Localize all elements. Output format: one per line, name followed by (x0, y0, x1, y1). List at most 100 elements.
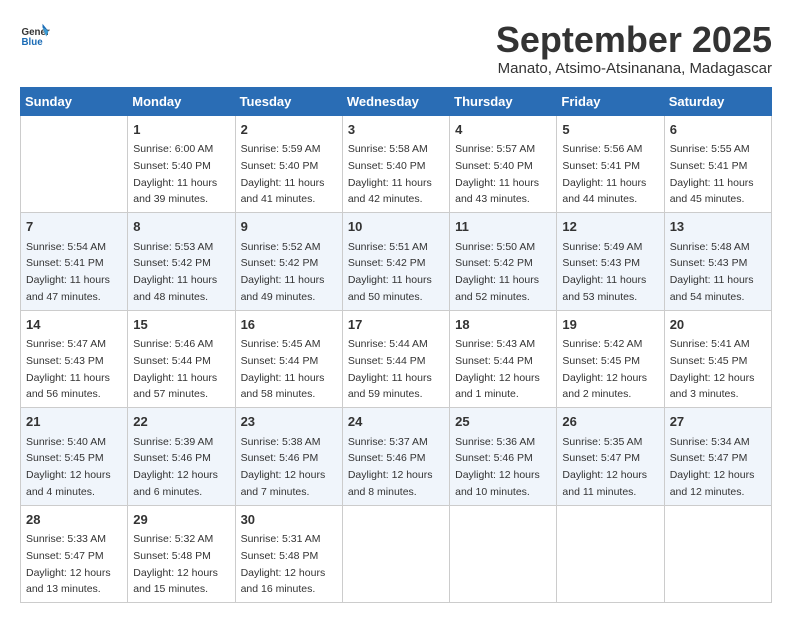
day-cell: 23 Sunrise: 5:38 AM Sunset: 5:46 PM Dayli… (235, 408, 342, 506)
week-row-5: 28 Sunrise: 5:33 AM Sunset: 5:47 PM Dayli… (21, 505, 772, 603)
day-cell: 5Sunrise: 5:56 AM Sunset: 5:41 PM Daylig… (557, 115, 664, 213)
day-number: 18 (455, 315, 551, 335)
day-cell: 14Sunrise: 5:47 AM Sunset: 5:43 PM Dayli… (21, 310, 128, 408)
day-cell: 6 Sunrise: 5:55 AM Sunset: 5:41 PM Daylig… (664, 115, 771, 213)
day-info: Sunrise: 5:43 AM Sunset: 5:44 PM Dayligh… (455, 338, 540, 400)
day-cell: 18 Sunrise: 5:43 AM Sunset: 5:44 PM Dayli… (450, 310, 557, 408)
day-cell: 29 Sunrise: 5:32 AM Sunset: 5:48 PM Dayli… (128, 505, 235, 603)
week-row-1: 1Sunrise: 6:00 AM Sunset: 5:40 PM Daylig… (21, 115, 772, 213)
day-info: Sunrise: 5:53 AM Sunset: 5:42 PM Dayligh… (133, 241, 217, 303)
day-cell (557, 505, 664, 603)
day-number: 9 (241, 217, 337, 237)
day-cell: 8 Sunrise: 5:53 AM Sunset: 5:42 PM Daylig… (128, 213, 235, 311)
logo-icon: General Blue (20, 20, 50, 50)
day-number: 6 (670, 120, 766, 140)
day-cell: 2 Sunrise: 5:59 AM Sunset: 5:40 PM Daylig… (235, 115, 342, 213)
day-cell: 1Sunrise: 6:00 AM Sunset: 5:40 PM Daylig… (128, 115, 235, 213)
col-header-saturday: Saturday (664, 87, 771, 115)
week-row-2: 7 Sunrise: 5:54 AM Sunset: 5:41 PM Daylig… (21, 213, 772, 311)
day-cell (21, 115, 128, 213)
day-info: Sunrise: 6:00 AM Sunset: 5:40 PM Dayligh… (133, 143, 217, 205)
day-number: 4 (455, 120, 551, 140)
day-info: Sunrise: 5:45 AM Sunset: 5:44 PM Dayligh… (241, 338, 325, 400)
day-info: Sunrise: 5:46 AM Sunset: 5:44 PM Dayligh… (133, 338, 217, 400)
day-info: Sunrise: 5:58 AM Sunset: 5:40 PM Dayligh… (348, 143, 432, 205)
day-cell: 7 Sunrise: 5:54 AM Sunset: 5:41 PM Daylig… (21, 213, 128, 311)
day-info: Sunrise: 5:57 AM Sunset: 5:40 PM Dayligh… (455, 143, 539, 205)
day-number: 2 (241, 120, 337, 140)
day-info: Sunrise: 5:55 AM Sunset: 5:41 PM Dayligh… (670, 143, 754, 205)
day-info: Sunrise: 5:38 AM Sunset: 5:46 PM Dayligh… (241, 436, 326, 498)
day-info: Sunrise: 5:31 AM Sunset: 5:48 PM Dayligh… (241, 533, 326, 595)
day-cell: 21Sunrise: 5:40 AM Sunset: 5:45 PM Dayli… (21, 408, 128, 506)
day-cell: 24 Sunrise: 5:37 AM Sunset: 5:46 PM Dayli… (342, 408, 449, 506)
day-number: 15 (133, 315, 229, 335)
day-info: Sunrise: 5:54 AM Sunset: 5:41 PM Dayligh… (26, 241, 110, 303)
col-header-wednesday: Wednesday (342, 87, 449, 115)
day-cell: 20 Sunrise: 5:41 AM Sunset: 5:45 PM Dayli… (664, 310, 771, 408)
day-number: 13 (670, 217, 766, 237)
day-number: 21 (26, 412, 122, 432)
day-info: Sunrise: 5:59 AM Sunset: 5:40 PM Dayligh… (241, 143, 325, 205)
col-header-monday: Monday (128, 87, 235, 115)
day-info: Sunrise: 5:35 AM Sunset: 5:47 PM Dayligh… (562, 436, 647, 498)
day-info: Sunrise: 5:33 AM Sunset: 5:47 PM Dayligh… (26, 533, 111, 595)
day-info: Sunrise: 5:48 AM Sunset: 5:43 PM Dayligh… (670, 241, 754, 303)
day-number: 10 (348, 217, 444, 237)
day-cell: 12 Sunrise: 5:49 AM Sunset: 5:43 PM Dayli… (557, 213, 664, 311)
day-number: 25 (455, 412, 551, 432)
day-info: Sunrise: 5:34 AM Sunset: 5:47 PM Dayligh… (670, 436, 755, 498)
day-cell: 28 Sunrise: 5:33 AM Sunset: 5:47 PM Dayli… (21, 505, 128, 603)
calendar-table: SundayMondayTuesdayWednesdayThursdayFrid… (20, 87, 772, 604)
week-row-4: 21Sunrise: 5:40 AM Sunset: 5:45 PM Dayli… (21, 408, 772, 506)
page-header: General Blue September 2025 Manato, Atsi… (20, 20, 772, 77)
col-header-tuesday: Tuesday (235, 87, 342, 115)
day-cell: 27Sunrise: 5:34 AM Sunset: 5:47 PM Dayli… (664, 408, 771, 506)
day-cell: 30 Sunrise: 5:31 AM Sunset: 5:48 PM Dayli… (235, 505, 342, 603)
day-number: 8 (133, 217, 229, 237)
day-cell: 13 Sunrise: 5:48 AM Sunset: 5:43 PM Dayli… (664, 213, 771, 311)
day-number: 11 (455, 217, 551, 237)
day-number: 24 (348, 412, 444, 432)
day-number: 3 (348, 120, 444, 140)
day-number: 20 (670, 315, 766, 335)
day-number: 29 (133, 510, 229, 530)
day-number: 28 (26, 510, 122, 530)
col-header-friday: Friday (557, 87, 664, 115)
day-number: 7 (26, 217, 122, 237)
day-cell: 15 Sunrise: 5:46 AM Sunset: 5:44 PM Dayli… (128, 310, 235, 408)
day-number: 12 (562, 217, 658, 237)
day-cell: 11 Sunrise: 5:50 AM Sunset: 5:42 PM Dayli… (450, 213, 557, 311)
location-subtitle: Manato, Atsimo-Atsinanana, Madagascar (496, 60, 772, 77)
day-info: Sunrise: 5:42 AM Sunset: 5:45 PM Dayligh… (562, 338, 647, 400)
day-info: Sunrise: 5:47 AM Sunset: 5:43 PM Dayligh… (26, 338, 110, 400)
logo: General Blue (20, 20, 50, 50)
month-title: September 2025 (496, 20, 772, 60)
day-info: Sunrise: 5:44 AM Sunset: 5:44 PM Dayligh… (348, 338, 432, 400)
day-cell: 16Sunrise: 5:45 AM Sunset: 5:44 PM Dayli… (235, 310, 342, 408)
title-block: September 2025 Manato, Atsimo-Atsinanana… (496, 20, 772, 77)
day-cell: 22 Sunrise: 5:39 AM Sunset: 5:46 PM Dayli… (128, 408, 235, 506)
day-cell: 10Sunrise: 5:51 AM Sunset: 5:42 PM Dayli… (342, 213, 449, 311)
day-number: 19 (562, 315, 658, 335)
col-header-sunday: Sunday (21, 87, 128, 115)
day-cell: 25 Sunrise: 5:36 AM Sunset: 5:46 PM Dayli… (450, 408, 557, 506)
day-info: Sunrise: 5:32 AM Sunset: 5:48 PM Dayligh… (133, 533, 218, 595)
day-info: Sunrise: 5:41 AM Sunset: 5:45 PM Dayligh… (670, 338, 755, 400)
week-row-3: 14Sunrise: 5:47 AM Sunset: 5:43 PM Dayli… (21, 310, 772, 408)
day-cell: 17 Sunrise: 5:44 AM Sunset: 5:44 PM Dayli… (342, 310, 449, 408)
day-number: 23 (241, 412, 337, 432)
col-header-thursday: Thursday (450, 87, 557, 115)
day-cell: 9Sunrise: 5:52 AM Sunset: 5:42 PM Daylig… (235, 213, 342, 311)
day-number: 17 (348, 315, 444, 335)
day-info: Sunrise: 5:37 AM Sunset: 5:46 PM Dayligh… (348, 436, 433, 498)
day-number: 22 (133, 412, 229, 432)
day-info: Sunrise: 5:39 AM Sunset: 5:46 PM Dayligh… (133, 436, 218, 498)
day-number: 26 (562, 412, 658, 432)
day-info: Sunrise: 5:36 AM Sunset: 5:46 PM Dayligh… (455, 436, 540, 498)
day-number: 30 (241, 510, 337, 530)
svg-text:Blue: Blue (22, 37, 44, 48)
day-info: Sunrise: 5:49 AM Sunset: 5:43 PM Dayligh… (562, 241, 646, 303)
day-info: Sunrise: 5:56 AM Sunset: 5:41 PM Dayligh… (562, 143, 646, 205)
day-info: Sunrise: 5:50 AM Sunset: 5:42 PM Dayligh… (455, 241, 539, 303)
